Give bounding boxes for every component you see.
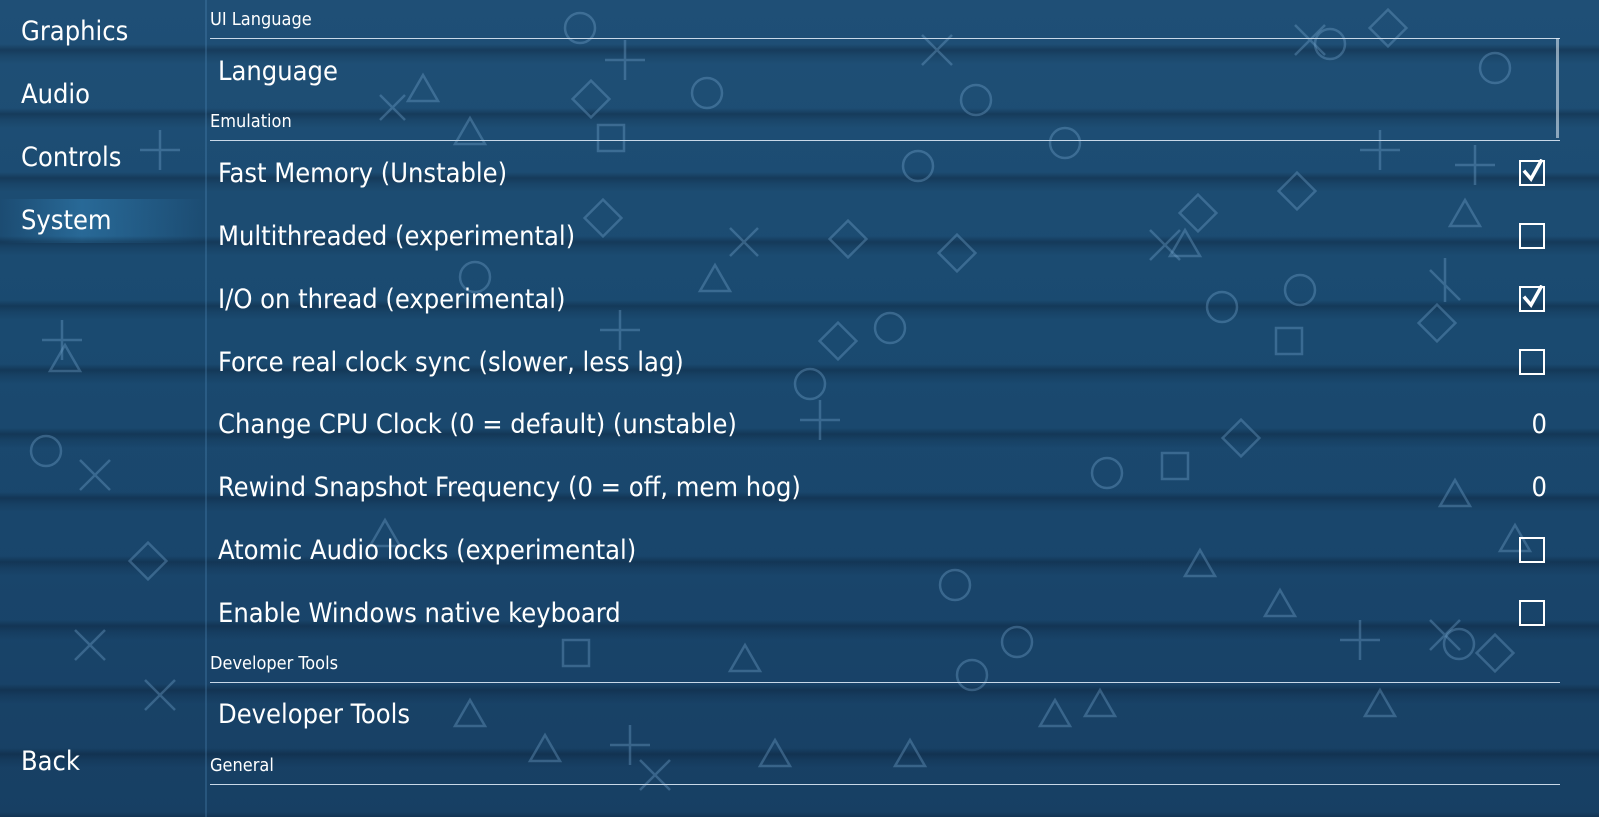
io-on-thread-checkbox[interactable] [1519, 285, 1545, 312]
sidebar-item-graphics[interactable]: Graphics [21, 14, 128, 50]
setting-label: Enable Windows native keyboard [218, 598, 621, 629]
setting-row-fast-memory[interactable]: Fast Memory (Unstable) [210, 144, 1560, 204]
section-divider [210, 38, 1560, 39]
force-real-clock-sync-checkbox[interactable] [1519, 349, 1545, 375]
setting-label: Rewind Snapshot Frequency (0 = off, mem … [218, 472, 801, 503]
developer-tools-label: Developer Tools [218, 699, 411, 730]
settings-list[interactable]: UI Language Language Emulation Fast Memo… [210, 0, 1560, 817]
setting-row-cpu-clock[interactable]: Change CPU Clock (0 = default) (unstable… [210, 395, 1560, 455]
fast-memory-checkbox[interactable] [1519, 159, 1545, 186]
section-divider [210, 784, 1560, 785]
check-icon [1522, 159, 1544, 183]
developer-tools-row[interactable]: Developer Tools [210, 685, 1560, 745]
setting-label: Atomic Audio locks (experimental) [218, 535, 637, 566]
setting-label: Fast Memory (Unstable) [218, 158, 508, 189]
section-header-label: General [210, 755, 274, 776]
setting-row-multithreaded[interactable]: Multithreaded (experimental) [210, 207, 1560, 267]
setting-row-io-on-thread[interactable]: I/O on thread (experimental) [210, 270, 1560, 330]
sidebar: Graphics Audio Controls System Back [0, 0, 205, 817]
multithreaded-checkbox[interactable] [1519, 223, 1545, 249]
rewind-frequency-value: 0 [1531, 472, 1547, 503]
sidebar-item-audio[interactable]: Audio [21, 77, 90, 113]
setting-row-rewind-snapshot-frequency[interactable]: Rewind Snapshot Frequency (0 = off, mem … [210, 458, 1560, 518]
section-divider [210, 140, 1560, 141]
sidebar-divider [205, 0, 207, 817]
section-header-label: UI Language [210, 9, 312, 30]
setting-label: Change CPU Clock (0 = default) (unstable… [218, 409, 737, 440]
section-header-ui-language: UI Language [210, 9, 1560, 39]
setting-row-atomic-audio-locks[interactable]: Atomic Audio locks (experimental) [210, 521, 1560, 581]
section-header-label: Emulation [210, 111, 292, 132]
check-icon [1522, 285, 1544, 309]
sidebar-item-controls[interactable]: Controls [21, 140, 121, 176]
section-divider [210, 682, 1560, 683]
section-header-emulation: Emulation [210, 111, 1560, 141]
setting-label: I/O on thread (experimental) [218, 284, 566, 315]
section-header-label: Developer Tools [210, 653, 339, 674]
atomic-audio-locks-checkbox[interactable] [1519, 537, 1545, 563]
setting-row-windows-native-keyboard[interactable]: Enable Windows native keyboard [210, 584, 1560, 644]
windows-native-keyboard-checkbox[interactable] [1519, 600, 1545, 626]
setting-label: Multithreaded (experimental) [218, 221, 576, 252]
language-label: Language [218, 56, 338, 87]
section-header-general: General [210, 755, 1560, 785]
scrollbar[interactable] [1556, 38, 1559, 138]
setting-row-force-real-clock-sync[interactable]: Force real clock sync (slower, less lag) [210, 333, 1560, 393]
section-header-developer-tools: Developer Tools [210, 653, 1560, 683]
language-row[interactable]: Language [210, 42, 1560, 102]
sidebar-item-system[interactable]: System [0, 199, 205, 243]
cpu-clock-value: 0 [1531, 409, 1547, 440]
back-button[interactable]: Back [21, 744, 80, 780]
setting-label: Force real clock sync (slower, less lag) [218, 347, 684, 378]
